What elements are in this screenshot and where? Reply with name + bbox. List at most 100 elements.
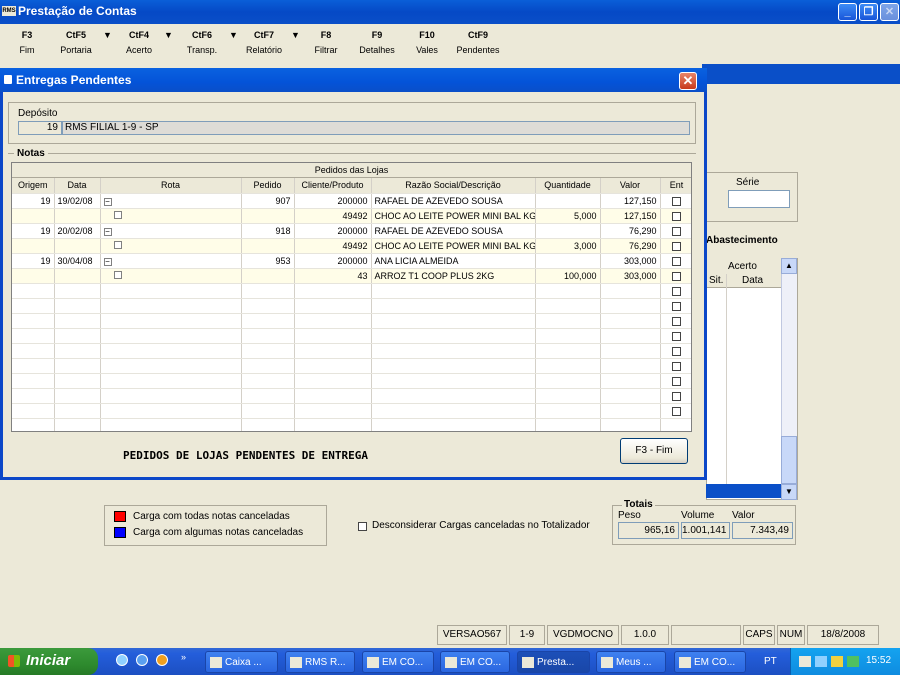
start-button[interactable]: Iniciar bbox=[0, 648, 98, 675]
volume-value: 1.001,141 bbox=[681, 522, 730, 539]
task-presta[interactable]: Presta... bbox=[517, 651, 590, 673]
table-row[interactable] bbox=[12, 388, 691, 404]
tool-acerto[interactable]: CtF4 Acerto bbox=[120, 30, 158, 55]
ent-checkbox[interactable] bbox=[672, 256, 681, 266]
tree-collapse-icon[interactable]: − bbox=[103, 227, 112, 236]
column-header[interactable]: Ent bbox=[660, 178, 691, 194]
table-cell bbox=[294, 283, 372, 299]
table-cell bbox=[12, 208, 55, 224]
tray-network-icon[interactable] bbox=[815, 656, 827, 667]
legend-red-swatch bbox=[114, 511, 126, 522]
tool-relatorio[interactable]: CtF7 Relatório bbox=[241, 30, 287, 55]
ent-checkbox[interactable] bbox=[672, 301, 681, 311]
table-row[interactable]: 49492 CHOC AO LEITE POWER MINI BAL KG 3,00… bbox=[12, 238, 691, 254]
dialog-close-icon[interactable]: ✕ bbox=[679, 72, 697, 90]
transp-dropdown-icon[interactable]: ▼ bbox=[229, 30, 238, 40]
selected-row[interactable] bbox=[706, 484, 781, 498]
scroll-down-icon[interactable]: ▼ bbox=[781, 484, 797, 500]
tool-detalhes[interactable]: F9 Detalhes bbox=[355, 30, 399, 55]
scroll-thumb[interactable] bbox=[781, 436, 797, 484]
acerto-dropdown-icon[interactable]: ▼ bbox=[164, 30, 173, 40]
ent-checkbox[interactable] bbox=[672, 286, 681, 296]
tool-portaria[interactable]: CtF5 Portaria bbox=[56, 30, 96, 55]
tree-collapse-icon[interactable]: − bbox=[103, 197, 112, 206]
table-row[interactable]: 19 30/04/08− 953 200000 ANA LICIA ALMEIDA 303… bbox=[12, 253, 691, 269]
data-header: Data bbox=[742, 275, 764, 286]
ent-checkbox[interactable] bbox=[672, 376, 681, 386]
ent-checkbox[interactable] bbox=[672, 196, 681, 206]
table-row[interactable] bbox=[12, 373, 691, 389]
column-header[interactable]: Razão Social/Descrição bbox=[371, 178, 536, 194]
column-header[interactable]: Cliente/Produto bbox=[294, 178, 372, 194]
table-row[interactable] bbox=[12, 328, 691, 344]
column-header[interactable]: Pedido bbox=[241, 178, 295, 194]
desconsiderar-checkbox[interactable] bbox=[358, 522, 367, 531]
table-row[interactable]: 43 ARROZ T1 COOP PLUS 2KG 100,000 303,000 bbox=[12, 268, 691, 284]
tool-filtrar[interactable]: F8 Filtrar bbox=[308, 30, 344, 55]
ent-checkbox[interactable] bbox=[672, 226, 681, 236]
column-header[interactable]: Origem bbox=[12, 178, 55, 194]
ent-checkbox[interactable] bbox=[672, 361, 681, 371]
table-row[interactable] bbox=[12, 403, 691, 419]
tree-node-icon[interactable] bbox=[113, 270, 122, 279]
task-meus[interactable]: Meus ... bbox=[596, 651, 666, 673]
ent-checkbox[interactable] bbox=[672, 331, 681, 341]
ent-checkbox[interactable] bbox=[672, 406, 681, 416]
table-cell bbox=[100, 298, 242, 314]
language-indicator[interactable]: PT bbox=[764, 656, 777, 667]
column-header[interactable]: Rota bbox=[100, 178, 242, 194]
quicklaunch-more-icon[interactable]: » bbox=[181, 652, 186, 662]
tree-node-icon[interactable] bbox=[113, 210, 122, 219]
relatorio-dropdown-icon[interactable]: ▼ bbox=[291, 30, 300, 40]
tree-collapse-icon[interactable]: − bbox=[103, 257, 112, 266]
restore-button[interactable]: ❐ bbox=[859, 3, 878, 21]
pedidos-grid[interactable]: Pedidos das Lojas Origem Data Rota Pedido Cl… bbox=[11, 162, 692, 432]
task-caixa[interactable]: Caixa ... bbox=[205, 651, 278, 673]
column-header[interactable]: Data bbox=[54, 178, 101, 194]
quicklaunch-explorer-icon[interactable] bbox=[116, 654, 128, 666]
ent-checkbox[interactable] bbox=[672, 316, 681, 326]
table-cell bbox=[12, 388, 55, 404]
table-row[interactable] bbox=[12, 313, 691, 329]
table-row[interactable]: 49492 CHOC AO LEITE POWER MINI BAL KG 5,00… bbox=[12, 208, 691, 224]
task-em-co-3[interactable]: EM CO... bbox=[674, 651, 746, 673]
tool-vales[interactable]: F10 Vales bbox=[412, 30, 442, 55]
tool-transp[interactable]: CtF6 Transp. bbox=[180, 30, 224, 55]
tray-app-icon[interactable] bbox=[847, 656, 859, 667]
table-row[interactable]: 19 19/02/08− 907 200000 RAFAEL DE AZEVEDO SO… bbox=[12, 193, 691, 209]
column-header[interactable]: Valor bbox=[600, 178, 661, 194]
table-cell bbox=[54, 283, 101, 299]
table-row[interactable] bbox=[12, 418, 691, 431]
tool-fim[interactable]: F3 Fim bbox=[14, 30, 40, 55]
tool-pendentes[interactable]: CtF9 Pendentes bbox=[452, 30, 504, 55]
minimize-button[interactable]: _ bbox=[838, 3, 857, 21]
ent-checkbox[interactable] bbox=[672, 346, 681, 356]
tray-rms-icon[interactable] bbox=[799, 656, 811, 667]
footer-text: PEDIDOS DE LOJAS PENDENTES DE ENTREGA bbox=[123, 449, 369, 462]
table-row[interactable]: 19 20/02/08− 918 200000 RAFAEL DE AZEVEDO SO… bbox=[12, 223, 691, 239]
tray-sound-icon[interactable] bbox=[831, 656, 843, 667]
ent-checkbox[interactable] bbox=[672, 241, 681, 251]
scroll-up-icon[interactable]: ▲ bbox=[781, 258, 797, 274]
table-row[interactable] bbox=[12, 358, 691, 374]
serie-input[interactable] bbox=[728, 190, 790, 208]
table-row[interactable] bbox=[12, 343, 691, 359]
table-cell bbox=[241, 403, 295, 419]
tree-node-icon[interactable] bbox=[113, 240, 122, 249]
task-rms[interactable]: RMS R... bbox=[285, 651, 355, 673]
ent-checkbox[interactable] bbox=[672, 271, 681, 281]
ent-checkbox[interactable] bbox=[672, 211, 681, 221]
ent-checkbox[interactable] bbox=[672, 391, 681, 401]
task-em-co-1[interactable]: EM CO... bbox=[362, 651, 434, 673]
table-row[interactable] bbox=[12, 283, 691, 299]
column-header[interactable]: Quantidade bbox=[535, 178, 601, 194]
portaria-dropdown-icon[interactable]: ▼ bbox=[103, 30, 112, 40]
fim-button[interactable]: F3 - Fim bbox=[620, 438, 688, 464]
task-em-co-2[interactable]: EM CO... bbox=[440, 651, 510, 673]
table-cell bbox=[294, 403, 372, 419]
table-row[interactable] bbox=[12, 298, 691, 314]
table-cell: − bbox=[100, 223, 242, 239]
quicklaunch-media-icon[interactable] bbox=[156, 654, 168, 666]
quicklaunch-ie-icon[interactable] bbox=[136, 654, 148, 666]
close-icon[interactable]: ✕ bbox=[880, 3, 899, 21]
